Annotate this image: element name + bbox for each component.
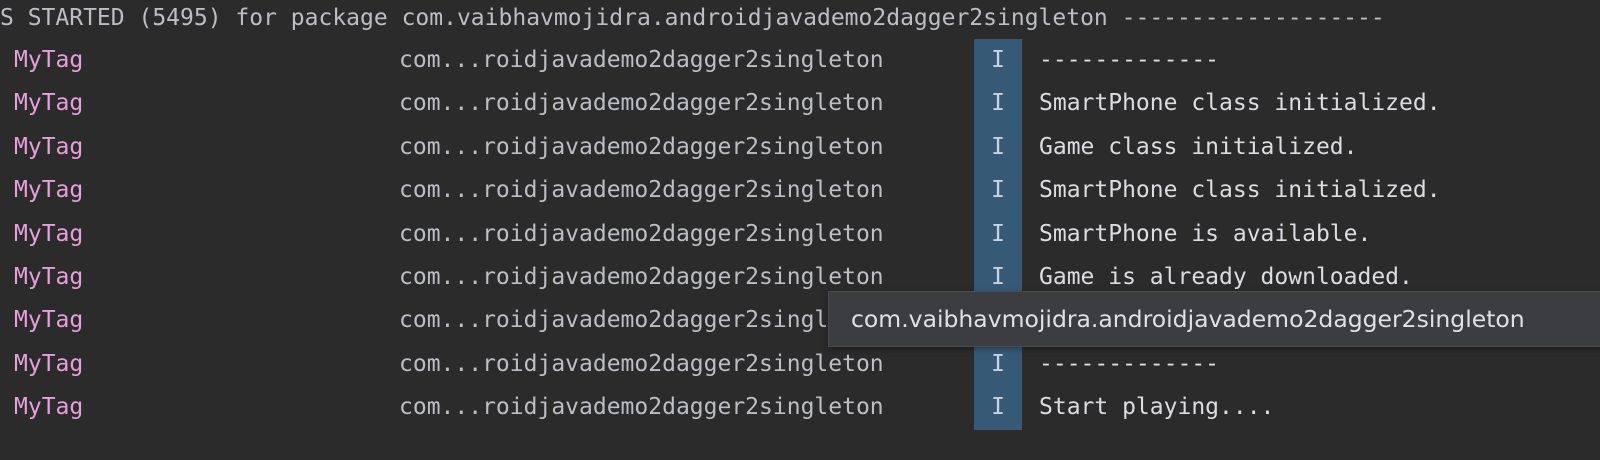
log-message: SmartPhone is available.: [1039, 220, 1372, 247]
log-level-badge: I: [974, 169, 1022, 214]
log-tag: MyTag: [14, 47, 84, 73]
log-row[interactable]: MyTag com...roidjavademo2dagger2singleto…: [0, 39, 1600, 83]
log-tag: MyTag: [14, 350, 84, 377]
log-package[interactable]: com...roidjavademo2dagger2singleton: [399, 299, 884, 342]
log-package[interactable]: com...roidjavademo2dagger2singleton: [399, 386, 884, 429]
log-tag: MyTag: [14, 394, 84, 421]
package-name-tooltip: com.vaibhavmojidra.androidjavademo2dagge…: [828, 291, 1600, 347]
log-package[interactable]: com...roidjavademo2dagger2singleton: [399, 82, 884, 125]
log-message: Game class initialized.: [1039, 133, 1358, 160]
log-message: SmartPhone class initialized.: [1039, 90, 1441, 117]
log-tag: MyTag: [14, 177, 84, 204]
log-tag: MyTag: [14, 90, 84, 117]
log-message: -------------: [1039, 350, 1220, 377]
log-row[interactable]: MyTag com...roidjavademo2dagger2singleto…: [0, 125, 1600, 170]
log-tag: MyTag: [14, 220, 84, 247]
log-tag: MyTag: [14, 133, 84, 160]
log-row[interactable]: MyTag com...roidjavademo2dagger2singleto…: [0, 212, 1600, 257]
log-package[interactable]: com...roidjavademo2dagger2singleton: [399, 39, 884, 82]
log-list[interactable]: MyTag com...roidjavademo2dagger2singleto…: [0, 39, 1600, 431]
log-row[interactable]: MyTag com...roidjavademo2dagger2singleto…: [0, 82, 1600, 127]
log-row[interactable]: MyTag com...roidjavademo2dagger2singleto…: [0, 342, 1600, 387]
log-package[interactable]: com...roidjavademo2dagger2singleton: [399, 126, 884, 169]
log-package[interactable]: com...roidjavademo2dagger2singleton: [399, 213, 884, 256]
log-package[interactable]: com...roidjavademo2dagger2singleton: [399, 169, 884, 212]
log-level-badge: I: [974, 82, 1022, 127]
log-package[interactable]: com...roidjavademo2dagger2singleton: [399, 256, 884, 299]
logcat-panel[interactable]: S STARTED (5495) for package com.vaibhav…: [0, 0, 1600, 460]
log-level-badge: I: [974, 386, 1022, 431]
log-level-badge: I: [974, 212, 1022, 257]
log-level-badge: I: [974, 342, 1022, 387]
log-message: -------------: [1039, 47, 1220, 73]
log-row[interactable]: MyTag com...roidjavademo2dagger2singleto…: [0, 169, 1600, 214]
log-tag: MyTag: [14, 263, 84, 290]
log-message: SmartPhone class initialized.: [1039, 177, 1441, 204]
process-started-header: S STARTED (5495) for package com.vaibhav…: [0, 5, 1385, 31]
log-level-badge: I: [974, 39, 1022, 83]
log-row[interactable]: MyTag com...roidjavademo2dagger2singleto…: [0, 386, 1600, 431]
log-tag: MyTag: [14, 307, 84, 334]
log-level-badge: I: [974, 125, 1022, 170]
log-package[interactable]: com...roidjavademo2dagger2singleton: [399, 343, 884, 386]
log-message: Start playing....: [1039, 394, 1275, 421]
